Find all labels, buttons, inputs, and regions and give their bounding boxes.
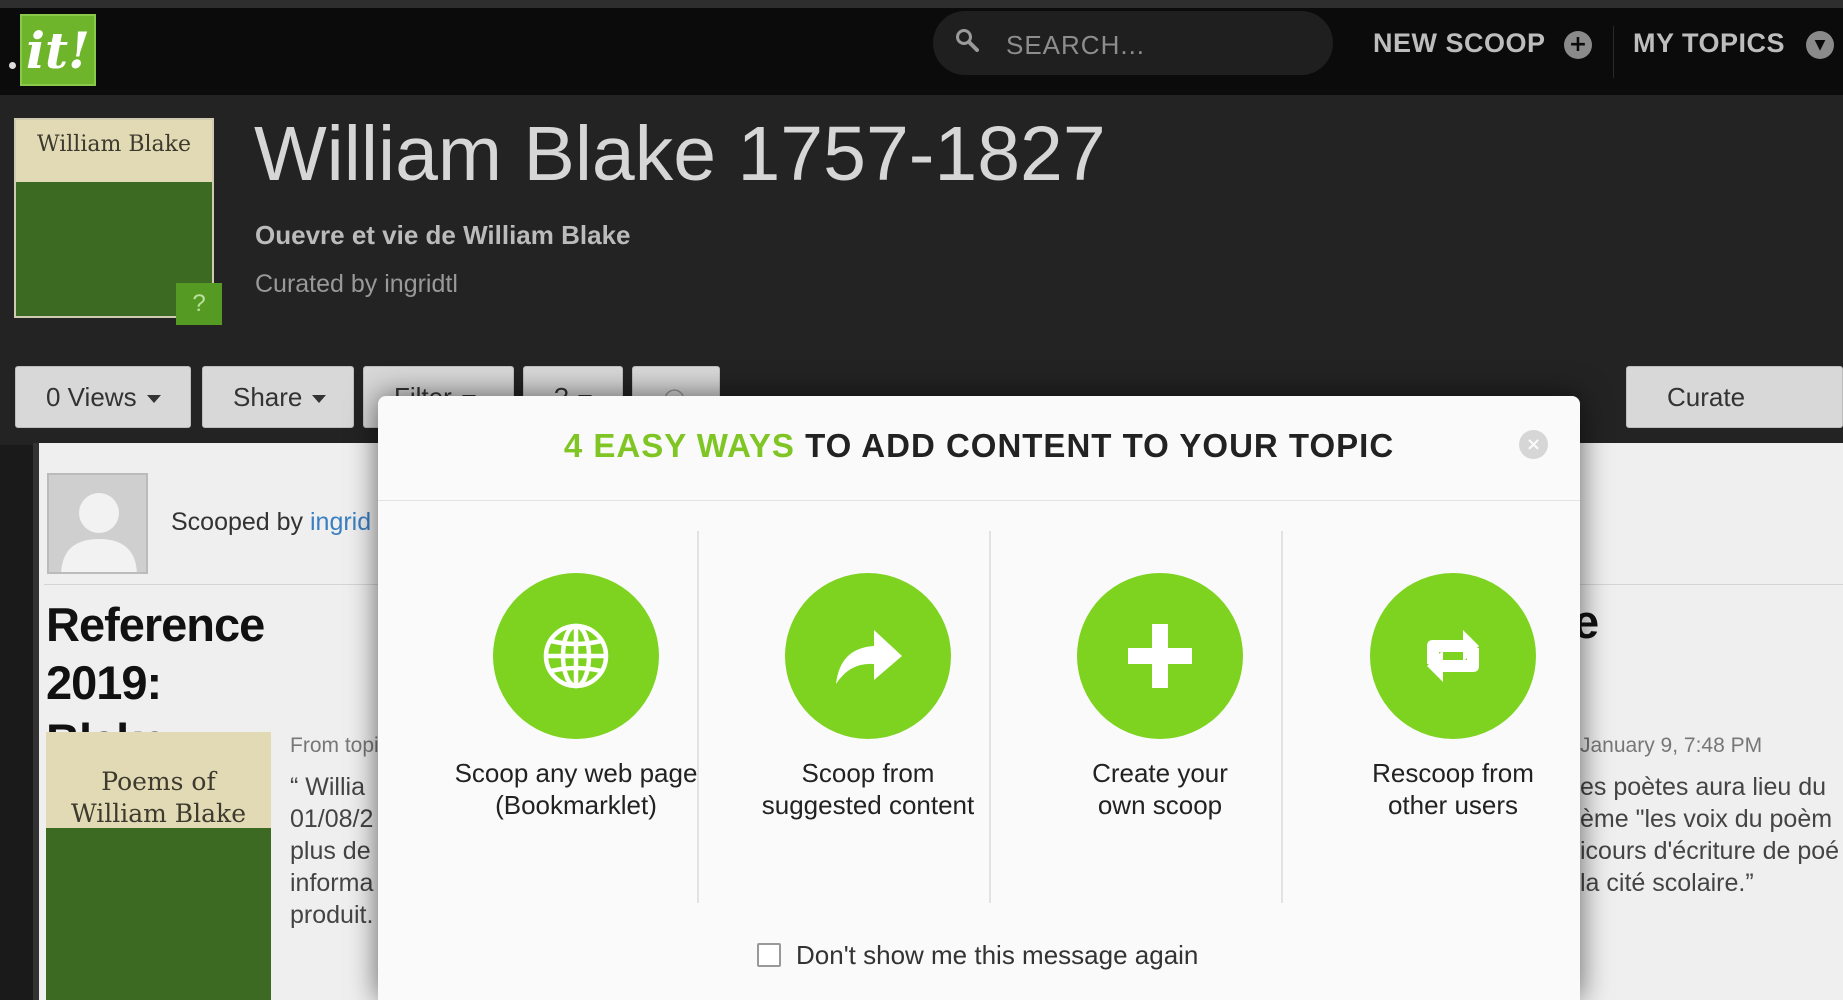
- rescoop-icon: [1427, 630, 1479, 682]
- curate-label: Curate: [1667, 382, 1746, 412]
- column-divider: [697, 531, 699, 903]
- post-date: January 9, 7:48 PM: [1580, 734, 1763, 757]
- column-divider: [989, 531, 991, 903]
- search-input[interactable]: SEARCH...: [1006, 30, 1145, 61]
- topic-title: William Blake 1757-1827: [254, 111, 1106, 197]
- topic-subtitle: Ouevre et vie de William Blake: [255, 220, 631, 250]
- option-label: Create your own scoop: [1092, 758, 1228, 820]
- curate-button[interactable]: Curate: [1626, 366, 1843, 428]
- option-create-scoop[interactable]: Create your own scoop: [1014, 531, 1306, 903]
- source-label: From topi: [290, 734, 379, 757]
- plus-circle-icon[interactable]: +: [1564, 31, 1592, 59]
- post-excerpt: “ Willia 01/08/2 plus de informa produit…: [290, 773, 374, 929]
- default-user-icon: [61, 493, 137, 572]
- dont-show-label[interactable]: Don't show me this message again: [796, 940, 1198, 971]
- curated-by[interactable]: Curated by ingridtl: [255, 270, 458, 299]
- curator-link[interactable]: ingrid: [310, 508, 371, 536]
- cover-text: William Blake: [16, 120, 212, 182]
- share-label: Share: [233, 382, 303, 412]
- option-circle[interactable]: [785, 573, 951, 739]
- scoopit-logo[interactable]: it!: [20, 14, 96, 86]
- globe-icon: [543, 623, 609, 689]
- search-bar[interactable]: SEARCH...: [933, 11, 1333, 75]
- post-excerpt-right: es poètes aura lieu du ème "les voix du …: [1580, 773, 1840, 897]
- views-button[interactable]: 0 Views: [15, 366, 191, 428]
- caret-down-icon: [146, 395, 161, 404]
- option-circle[interactable]: [1077, 573, 1243, 739]
- option-bookmarklet[interactable]: Scoop any web page (Bookmarklet): [430, 531, 722, 903]
- my-topics-link[interactable]: MY TOPICS: [1633, 28, 1785, 59]
- option-circle[interactable]: [1370, 573, 1536, 739]
- new-scoop-link[interactable]: NEW SCOOP: [1373, 28, 1546, 59]
- option-rescoop[interactable]: Rescoop from other users: [1307, 531, 1580, 903]
- share-button[interactable]: Share: [202, 366, 354, 428]
- chevron-down-icon[interactable]: ▼: [1806, 31, 1834, 59]
- nav-divider: [1613, 26, 1614, 78]
- share-arrow-icon: [836, 630, 902, 684]
- search-icon: [956, 29, 979, 52]
- post-thumbnail[interactable]: Poems of William Blake: [46, 732, 271, 1000]
- column-divider: [1281, 531, 1283, 903]
- option-suggested-content[interactable]: Scoop from suggested content: [722, 531, 1014, 903]
- top-bar: it! SEARCH... NEW SCOOP + MY TOPICS ▼: [0, 0, 1843, 95]
- plus-icon: [1128, 624, 1192, 688]
- option-circle[interactable]: [493, 573, 659, 739]
- option-label: Scoop from suggested content: [761, 758, 975, 820]
- avatar[interactable]: [47, 473, 148, 574]
- add-content-modal: 4 EASY WAYS TO ADD CONTENT TO YOUR TOPIC…: [378, 396, 1580, 1000]
- help-badge[interactable]: ?: [176, 283, 222, 325]
- views-label: 0 Views: [46, 382, 137, 412]
- logo-dot: [9, 62, 16, 69]
- dont-show-checkbox[interactable]: [757, 943, 781, 967]
- scooped-by: Scooped by ingrid: [171, 508, 372, 536]
- option-label: Scoop any web page (Bookmarklet): [454, 758, 698, 820]
- option-label: Rescoop from other users: [1372, 758, 1534, 820]
- modal-title: 4 EASY WAYS TO ADD CONTENT TO YOUR TOPIC: [378, 396, 1580, 501]
- caret-down-icon: [312, 395, 327, 404]
- close-icon[interactable]: ×: [1519, 430, 1548, 459]
